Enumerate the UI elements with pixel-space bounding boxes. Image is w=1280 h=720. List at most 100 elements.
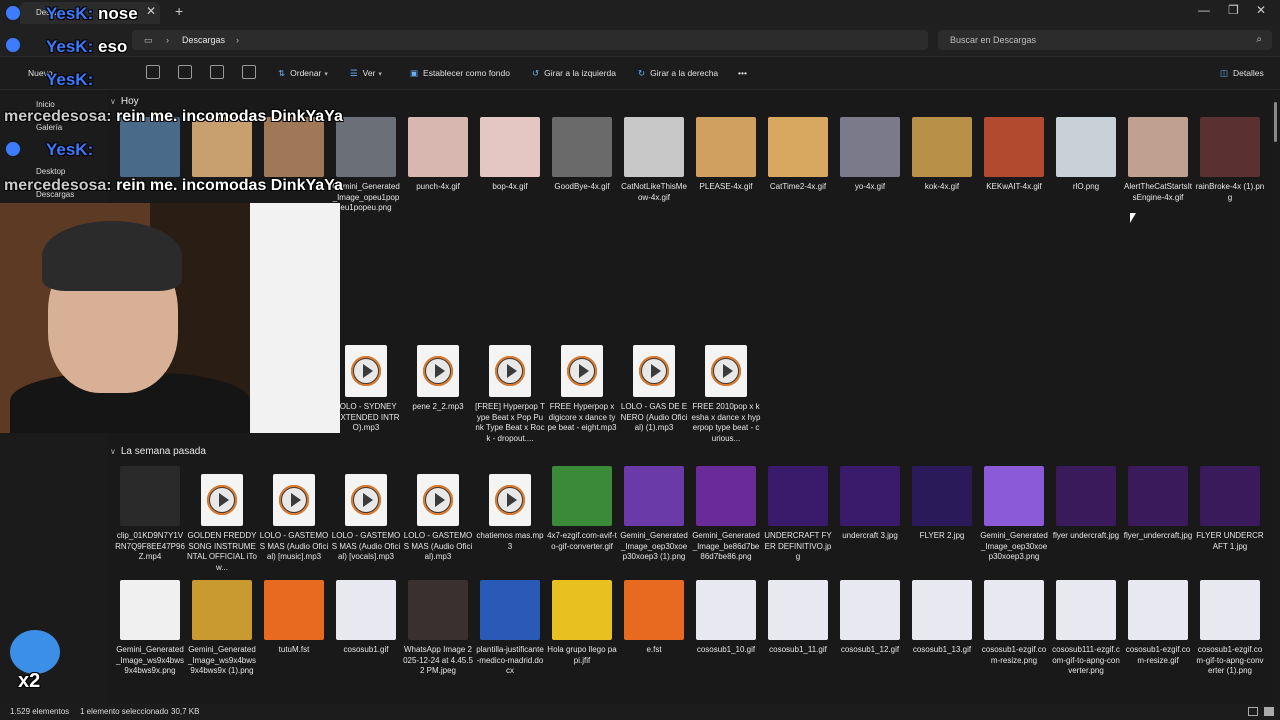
file-thumbnail — [335, 578, 397, 640]
file-item[interactable]: FREE Hyperpop x digicore x dance type be… — [547, 335, 617, 434]
close-tab-icon[interactable]: ✕ — [146, 4, 156, 18]
file-item[interactable]: GOLDEN FREDDY SONG INSTRUMENTAL OFFICIAL… — [187, 464, 257, 573]
chat-message: nose — [97, 4, 138, 23]
share-icon[interactable] — [210, 65, 224, 79]
file-item[interactable]: FLYER 2.jpg — [907, 464, 977, 542]
maximize-icon[interactable]: ❐ — [1228, 3, 1239, 17]
chat-line: YesK: eso — [46, 37, 127, 57]
file-item[interactable]: LOLO - GASTEMOS MAS (Audio Oficial) [voc… — [331, 464, 401, 563]
file-item[interactable]: PLEASE-4x.gif — [691, 115, 761, 193]
file-item[interactable]: LOLO - GAS DE ENERO (Audio Oficial) (1).… — [619, 335, 689, 434]
breadcrumb[interactable]: ▭ › Descargas › — [132, 30, 928, 50]
close-window-icon[interactable]: ✕ — [1256, 3, 1266, 17]
file-thumbnail — [263, 464, 325, 526]
file-item[interactable]: FLYER UNDERCRAFT 1.jpg — [1195, 464, 1265, 552]
paste-icon[interactable] — [178, 65, 192, 79]
file-item[interactable]: cososub1_11.gif — [763, 578, 833, 656]
file-item[interactable]: clip_01KD9N7Y1VRN7Q9F8EE47P96Z.mp4 — [115, 464, 185, 563]
file-item[interactable]: cososub1-ezgif.com-resize.png — [979, 578, 1049, 666]
minimize-icon[interactable]: — — [1198, 3, 1210, 17]
file-item[interactable]: 4x7-ezgif.com-avif-to-gif-converter.gif — [547, 464, 617, 552]
view-button[interactable]: ☰ Ver ▾ — [350, 65, 382, 81]
file-item[interactable]: Gemini_Generated_Image_oep30xoep30xoep3.… — [979, 464, 1049, 563]
file-thumbnail — [839, 464, 901, 526]
file-item[interactable]: Gemini_Generated_Image_ws9x4bws9x4bws9x.… — [115, 578, 185, 677]
file-item[interactable]: WhatsApp Image 2025-12-24 at 4.45.52 PM.… — [403, 578, 473, 677]
file-item[interactable]: cososub1_13.gif — [907, 578, 977, 656]
file-item[interactable]: cososub1.gif — [331, 578, 401, 656]
sort-button[interactable]: ⇅ Ordenar ▾ — [278, 65, 328, 81]
file-item[interactable]: Gemini_Generated_Image_be86d7be86d7be86.… — [691, 464, 761, 563]
details-button[interactable]: ◫ Detalles — [1220, 65, 1264, 81]
file-item[interactable]: pene 2_2.mp3 — [403, 335, 473, 413]
rotate-right-button[interactable]: ↻ Girar a la derecha — [638, 65, 718, 81]
file-item[interactable]: [FREE] Hyperpop Type Beat x Pop Punk Typ… — [475, 335, 545, 444]
file-item[interactable]: KEKwAIT-4x.gif — [979, 115, 1049, 193]
chat-line: mercedesosa: rein me. incomodas DinkYaYa — [4, 108, 343, 126]
file-item[interactable]: e.fst — [619, 578, 689, 656]
delete-icon[interactable] — [242, 65, 256, 79]
search-icon[interactable]: ⌕ — [1256, 30, 1262, 50]
file-item[interactable]: Hola grupo llego papi.jfif — [547, 578, 617, 666]
chat-line: mercedesosa: rein me. incomodas DinkYaYa — [4, 177, 343, 195]
scrollbar-thumb[interactable] — [1274, 102, 1277, 142]
file-item[interactable]: cososub1-ezgif.com-resize.gif — [1123, 578, 1193, 666]
file-name: [FREE] Hyperpop Type Beat x Pop Punk Typ… — [475, 402, 545, 443]
file-item[interactable]: bop-4x.gif — [475, 115, 545, 193]
file-item[interactable]: LOLO - SYDNEY (EXTENDED INTRO).mp3 — [331, 335, 401, 434]
group-header-last-week[interactable]: ∨ La semana pasada — [110, 446, 206, 457]
file-thumbnail — [1055, 464, 1117, 526]
file-thumbnail — [191, 578, 253, 640]
details-view-icon[interactable] — [1248, 707, 1258, 716]
file-item[interactable]: Gemini_Generated_Image_ws9x4bws9x4bws9x … — [187, 578, 257, 677]
more-options-button[interactable]: ••• — [738, 65, 747, 81]
image-preview — [624, 466, 684, 526]
search-input[interactable]: Buscar en Descargas ⌕ — [938, 30, 1272, 50]
chevron-down-icon: ▾ — [378, 71, 382, 78]
set-background-button[interactable]: ▣ Establecer como fondo — [410, 65, 510, 81]
image-preview — [768, 466, 828, 526]
file-name: cososub1_10.gif — [696, 645, 756, 654]
file-item[interactable]: LOLO - GASTEMOS MAS (Audio Oficial) [mus… — [259, 464, 329, 563]
file-item[interactable]: plantilla-justificante-medico-madrid.doc… — [475, 578, 545, 677]
file-item[interactable]: AlertTheCatStartsItsEngine-4x.gif — [1123, 115, 1193, 203]
copy-icon[interactable] — [146, 65, 160, 79]
file-item[interactable]: kok-4x.gif — [907, 115, 977, 193]
file-item[interactable]: undercraft 3.jpg — [835, 464, 905, 542]
file-name: FLYER 2.jpg — [919, 531, 965, 540]
file-item[interactable]: cososub111-ezgif.com-gif-to-apng-convert… — [1051, 578, 1121, 677]
vertical-scrollbar[interactable] — [1272, 90, 1280, 704]
image-preview — [624, 117, 684, 177]
file-item[interactable]: Gemini_Generated_Image_oep30xoep30xoep3 … — [619, 464, 689, 563]
image-preview — [1056, 580, 1116, 640]
file-item[interactable]: UNDERCRAFT FYER DEFINITIVO.jpg — [763, 464, 833, 563]
file-item[interactable]: rlO.png — [1051, 115, 1121, 193]
file-item[interactable]: rainBroke-4x (1).png — [1195, 115, 1265, 203]
file-item[interactable]: yo-4x.gif — [835, 115, 905, 193]
file-item[interactable]: cososub1_10.gif — [691, 578, 761, 656]
search-placeholder: Buscar en Descargas — [950, 35, 1037, 45]
file-item[interactable]: CatNotLikeThisMeow-4x.gif — [619, 115, 689, 203]
new-tab-icon[interactable]: + — [175, 3, 183, 19]
file-name: LOLO - GASTEMOS MAS (Audio Oficial) [mus… — [259, 531, 329, 561]
file-item[interactable]: FREE 2010pop x kesha x dance x hyperpop … — [691, 335, 761, 444]
file-item[interactable]: CatTime2-4x.gif — [763, 115, 833, 193]
rotate-left-button[interactable]: ↺ Girar a la izquierda — [532, 65, 616, 81]
file-item[interactable]: Gemini_Generated_Image_opeu1popeu1popeu.… — [331, 115, 401, 214]
sidebar-item-desktop[interactable]: Desktop — [36, 167, 65, 176]
file-item[interactable]: chatiemos mas.mp3 — [475, 464, 545, 552]
file-item[interactable]: punch-4x.gif — [403, 115, 473, 193]
file-name: Gemini_Generated_Image_ws9x4bws9x4bws9x … — [187, 645, 257, 675]
group-label: La semana pasada — [120, 446, 206, 457]
tiles-view-icon[interactable] — [1264, 707, 1274, 716]
file-item[interactable]: LOLO - GASTEMOS MAS (Audio Oficial).mp3 — [403, 464, 473, 563]
file-item[interactable]: flyer undercraft.jpg — [1051, 464, 1121, 542]
chat-username: YesK: — [46, 4, 94, 23]
file-item[interactable]: cososub1-ezgif.com-gif-to-apng-converter… — [1195, 578, 1265, 677]
file-item[interactable]: flyer_undercraft.jpg — [1123, 464, 1193, 542]
file-item[interactable]: cososub1_12.gif — [835, 578, 905, 656]
file-item[interactable]: tutuM.fst — [259, 578, 329, 656]
group-header-today[interactable]: ∨ Hoy — [110, 96, 139, 107]
breadcrumb-descargas[interactable]: Descargas — [182, 30, 225, 50]
file-item[interactable]: GoodBye-4x.gif — [547, 115, 617, 193]
